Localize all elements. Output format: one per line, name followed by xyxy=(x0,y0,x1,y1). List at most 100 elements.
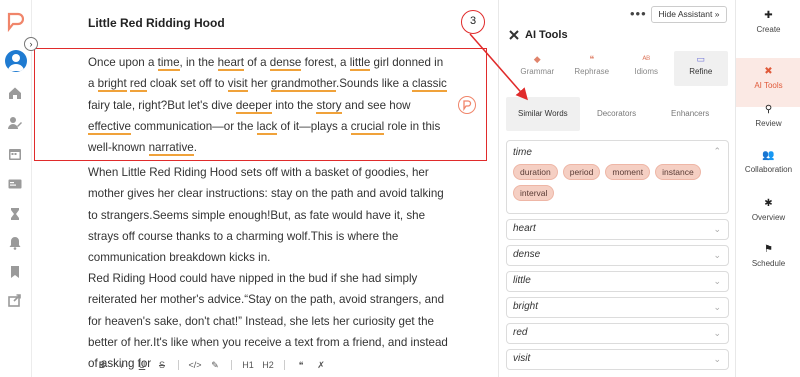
nav-overview[interactable]: ✱ Overview xyxy=(736,198,800,222)
paragraph-2[interactable]: When Little Red Riding Hood sets off wit… xyxy=(88,162,448,268)
flagged-word[interactable]: heart xyxy=(217,56,244,71)
tool-tab-grammar[interactable]: ◆ Grammar xyxy=(510,51,565,86)
word-card-collapsed[interactable]: heart ⌄ xyxy=(506,219,729,240)
bookmark-icon[interactable] xyxy=(8,265,22,279)
nav-collaboration[interactable]: 👥 Collaboration xyxy=(736,150,800,174)
hourglass-icon[interactable] xyxy=(8,207,22,221)
flagged-word[interactable]: visit xyxy=(227,77,248,93)
flagged-word[interactable]: little xyxy=(349,56,371,71)
strike-button[interactable]: S xyxy=(152,360,172,370)
document-title[interactable]: Little Red Ridding Hood xyxy=(88,16,225,30)
chevron-down-icon[interactable]: ⌄ xyxy=(713,354,721,365)
flagged-word[interactable]: red xyxy=(129,77,147,93)
overview-icon: ✱ xyxy=(764,198,773,209)
idioms-icon: ᴬᴮ xyxy=(642,54,651,64)
synonym-chip[interactable]: period xyxy=(562,164,601,180)
tool-tabs: ◆ Grammar ❝ Rephrase ᴬᴮ Idioms ▭ Refine xyxy=(510,51,728,86)
nav-label: Collaboration xyxy=(744,165,793,174)
collapse-sidebar-button[interactable]: › xyxy=(24,37,38,51)
h1-button[interactable]: H1 xyxy=(238,360,258,370)
user-edit-icon[interactable] xyxy=(8,116,22,130)
tool-tab-idioms[interactable]: ᴬᴮ Idioms xyxy=(619,51,674,86)
create-icon: ✚ xyxy=(764,10,773,21)
flagged-word[interactable]: time xyxy=(157,56,180,71)
text-run: her xyxy=(247,77,271,91)
clear-format-button[interactable]: ✗ xyxy=(311,360,331,371)
tool-tab-label: Rephrase xyxy=(574,67,610,76)
flagged-word[interactable]: classic xyxy=(412,77,447,93)
word-card-collapsed[interactable]: bright ⌄ xyxy=(506,297,729,318)
subtab-enhancers[interactable]: Enhancers xyxy=(653,97,727,131)
chevron-down-icon[interactable]: ⌄ xyxy=(713,224,721,235)
word-card-collapsed[interactable]: little ⌄ xyxy=(506,271,729,292)
editor[interactable]: Little Red Ridding Hood Once upon a time… xyxy=(32,0,498,377)
flagged-word[interactable]: bright xyxy=(97,77,127,93)
flagged-word[interactable]: effective xyxy=(88,119,131,135)
chevron-up-icon[interactable]: ⌃ xyxy=(713,146,721,157)
calendar-icon[interactable] xyxy=(8,147,22,161)
text-run: cloak set off to xyxy=(146,77,228,91)
right-nav: ✚ Create ✖ AI Tools ⚲ Review 👥 Collaboration ✱ Ov… xyxy=(735,0,800,377)
bold-button[interactable]: B xyxy=(92,360,112,370)
synonym-chip[interactable]: duration xyxy=(513,164,558,180)
assistant-panel: ••• Hide Assistant » 3 AI Tools ◆ Grammar… xyxy=(461,0,735,377)
nav-review[interactable]: ⚲ Review xyxy=(736,104,800,128)
tool-tab-label: Refine xyxy=(689,67,713,76)
italic-button[interactable]: I xyxy=(112,360,132,370)
avatar[interactable] xyxy=(5,50,27,72)
more-options-icon[interactable]: ••• xyxy=(630,6,647,21)
text-run: . xyxy=(193,141,197,155)
word-card-collapsed[interactable]: visit ⌄ xyxy=(506,349,729,370)
underline-button[interactable]: U xyxy=(132,360,152,370)
word-card-collapsed[interactable]: dense ⌄ xyxy=(506,245,729,266)
flagged-word[interactable]: narrative xyxy=(148,141,194,157)
text-run: into the xyxy=(271,98,317,112)
tool-tab-rephrase[interactable]: ❝ Rephrase xyxy=(565,51,620,86)
text-run: , in the xyxy=(179,56,218,69)
ai-tools-icon: ✖ xyxy=(764,66,773,77)
similar-words-results: time ⌃ duration period moment instance inter… xyxy=(506,140,729,375)
word-head: heart xyxy=(513,223,536,234)
nav-ai-tools[interactable]: ✖ AI Tools xyxy=(736,58,800,107)
word-card-collapsed[interactable]: red ⌄ xyxy=(506,323,729,344)
home-icon[interactable] xyxy=(8,86,22,100)
tool-tab-refine[interactable]: ▭ Refine xyxy=(673,51,728,86)
flagged-word[interactable]: lack xyxy=(256,119,278,135)
subtab-similar-words[interactable]: Similar Words xyxy=(506,97,580,131)
chevron-down-icon[interactable]: ⌄ xyxy=(713,302,721,313)
edit-button[interactable]: ✎ xyxy=(205,360,225,371)
step-marker: 3 xyxy=(461,10,485,34)
flagged-word[interactable]: crucial xyxy=(350,119,385,135)
hide-assistant-button[interactable]: Hide Assistant » xyxy=(651,6,727,23)
synonym-chip[interactable]: moment xyxy=(605,164,651,180)
chevron-down-icon[interactable]: ⌄ xyxy=(713,328,721,339)
inline-assistant-icon[interactable] xyxy=(458,96,476,114)
text-run: Once upon a xyxy=(88,56,158,69)
bell-icon[interactable] xyxy=(8,236,22,250)
flagged-word[interactable]: dense xyxy=(269,56,302,71)
h2-button[interactable]: H2 xyxy=(258,360,278,370)
flagged-word[interactable]: grandmother xyxy=(270,77,336,93)
text-run: of it—plays a xyxy=(277,119,351,133)
synonym-chip[interactable]: interval xyxy=(513,185,555,201)
chevron-down-icon[interactable]: ⌄ xyxy=(713,250,721,261)
id-card-icon[interactable] xyxy=(8,177,22,191)
share-icon[interactable] xyxy=(8,293,22,307)
word-head: visit xyxy=(513,353,531,364)
word-head: time xyxy=(513,147,532,158)
flagged-word[interactable]: story xyxy=(316,98,342,114)
nav-create[interactable]: ✚ Create xyxy=(736,10,800,34)
subtab-decorators[interactable]: Decorators xyxy=(580,97,654,131)
synonym-chip[interactable]: instance xyxy=(655,164,701,180)
text-run: communication—or the xyxy=(130,119,257,133)
flagged-word[interactable]: deeper xyxy=(235,98,272,114)
nav-schedule[interactable]: ⚑ Schedule xyxy=(736,244,800,268)
text-run: .Sounds like a xyxy=(335,77,413,91)
word-card-expanded[interactable]: time ⌃ duration period moment instance inter… xyxy=(506,140,729,214)
quote-button[interactable]: ❝ xyxy=(291,360,311,371)
word-head: bright xyxy=(513,301,539,312)
chevron-down-icon[interactable]: ⌄ xyxy=(713,276,721,287)
paragraph-1[interactable]: Once upon a time, in the heart of a dens… xyxy=(88,52,448,158)
code-button[interactable]: </> xyxy=(185,360,205,370)
logo-icon[interactable] xyxy=(6,12,24,32)
